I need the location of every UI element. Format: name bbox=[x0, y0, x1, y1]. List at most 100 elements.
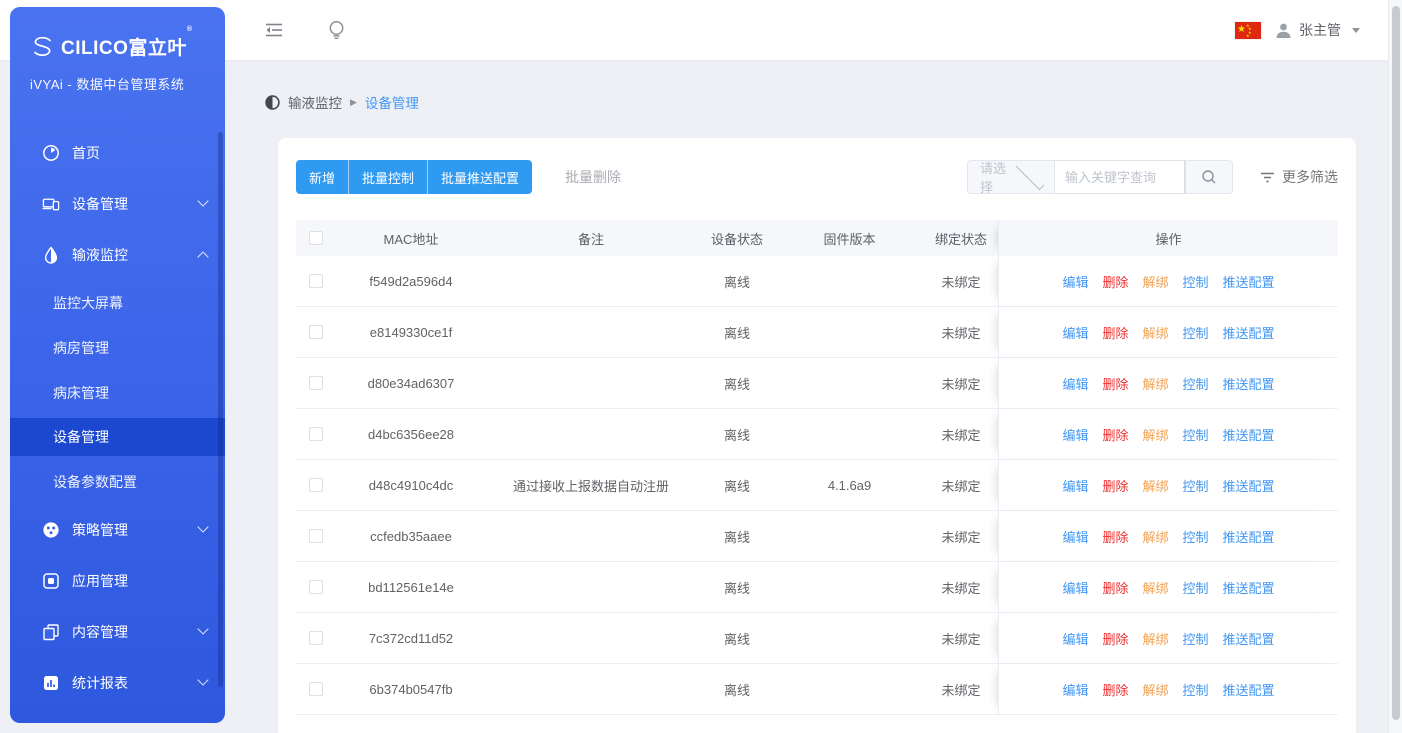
control-link[interactable]: 控制 bbox=[1183, 680, 1209, 699]
delete-link[interactable]: 删除 bbox=[1102, 527, 1128, 546]
row-checkbox[interactable] bbox=[309, 427, 323, 441]
cell-actions: 编辑 删除 解绑 控制 推送配置 bbox=[998, 256, 1338, 306]
row-checkbox[interactable] bbox=[309, 529, 323, 543]
push-config-link[interactable]: 推送配置 bbox=[1223, 629, 1275, 648]
unbind-link[interactable]: 解绑 bbox=[1142, 527, 1168, 546]
control-link[interactable]: 控制 bbox=[1183, 578, 1209, 597]
sidebar-item-app-mgmt[interactable]: 应用管理 bbox=[10, 555, 225, 606]
table-row: e8149330ce1f 离线 未绑定 编辑 删除 解绑 控制 推送配置 bbox=[296, 307, 1338, 358]
control-link[interactable]: 控制 bbox=[1183, 425, 1209, 444]
batch-delete-button[interactable]: 批量删除 bbox=[565, 167, 621, 187]
lightbulb-icon[interactable] bbox=[325, 19, 347, 41]
flag-star: ★ bbox=[1246, 34, 1250, 38]
push-config-link[interactable]: 推送配置 bbox=[1223, 425, 1275, 444]
control-link[interactable]: 控制 bbox=[1183, 272, 1209, 291]
keyword-search-input[interactable] bbox=[1055, 160, 1185, 194]
search-icon bbox=[1201, 169, 1217, 185]
edit-link[interactable]: 编辑 bbox=[1062, 425, 1088, 444]
add-button[interactable]: 新增 bbox=[296, 160, 349, 194]
more-filters-button[interactable]: 更多筛选 bbox=[1260, 167, 1338, 187]
sidebar-subitem-monitor-screen[interactable]: 监控大屏幕 bbox=[10, 280, 225, 325]
edit-link[interactable]: 编辑 bbox=[1062, 578, 1088, 597]
push-config-link[interactable]: 推送配置 bbox=[1223, 374, 1275, 393]
sidebar-item-label: 统计报表 bbox=[72, 673, 128, 693]
sidebar-subitem-device-mgmt-active[interactable]: 设备管理 bbox=[10, 418, 225, 456]
window-scrollbar[interactable] bbox=[1388, 0, 1402, 733]
cell-status: 离线 bbox=[696, 272, 778, 291]
unbind-link[interactable]: 解绑 bbox=[1142, 629, 1168, 648]
row-checkbox[interactable] bbox=[309, 682, 323, 696]
sidebar-item-report-stats[interactable]: 统计报表 bbox=[10, 657, 225, 708]
row-checkbox[interactable] bbox=[309, 580, 323, 594]
edit-link[interactable]: 编辑 bbox=[1062, 374, 1088, 393]
row-checkbox[interactable] bbox=[309, 631, 323, 645]
unbind-link[interactable]: 解绑 bbox=[1142, 578, 1168, 597]
unbind-link[interactable]: 解绑 bbox=[1142, 272, 1168, 291]
unbind-link[interactable]: 解绑 bbox=[1142, 374, 1168, 393]
delete-link[interactable]: 删除 bbox=[1102, 476, 1128, 495]
push-config-link[interactable]: 推送配置 bbox=[1223, 272, 1275, 291]
row-checkbox[interactable] bbox=[309, 478, 323, 492]
cell-status: 离线 bbox=[696, 680, 778, 699]
delete-link[interactable]: 删除 bbox=[1102, 680, 1128, 699]
col-header-firmware: 固件版本 bbox=[778, 229, 921, 248]
chevron-down-icon bbox=[197, 521, 208, 532]
unbind-link[interactable]: 解绑 bbox=[1142, 476, 1168, 495]
cell-mac: d4bc6356ee28 bbox=[336, 427, 486, 442]
sidebar-item-content-mgmt[interactable]: 内容管理 bbox=[10, 606, 225, 657]
control-link[interactable]: 控制 bbox=[1183, 629, 1209, 648]
control-link[interactable]: 控制 bbox=[1183, 527, 1209, 546]
batch-control-button[interactable]: 批量控制 bbox=[349, 160, 428, 194]
delete-link[interactable]: 删除 bbox=[1102, 578, 1128, 597]
unbind-link[interactable]: 解绑 bbox=[1142, 680, 1168, 699]
delete-link[interactable]: 删除 bbox=[1102, 629, 1128, 648]
batch-push-config-button[interactable]: 批量推送配置 bbox=[428, 160, 532, 194]
edit-link[interactable]: 编辑 bbox=[1062, 323, 1088, 342]
sidebar-subitem-bed-mgmt[interactable]: 病床管理 bbox=[10, 370, 225, 415]
push-config-link[interactable]: 推送配置 bbox=[1223, 527, 1275, 546]
cell-binding: 未绑定 bbox=[921, 476, 1001, 495]
push-config-link[interactable]: 推送配置 bbox=[1223, 323, 1275, 342]
sidebar-subitem-ward-mgmt[interactable]: 病房管理 bbox=[10, 325, 225, 370]
push-config-link[interactable]: 推送配置 bbox=[1223, 680, 1275, 699]
breadcrumb-separator-icon: ▶ bbox=[350, 97, 357, 108]
delete-link[interactable]: 删除 bbox=[1102, 374, 1128, 393]
search-button[interactable] bbox=[1185, 160, 1233, 194]
table-row: ccfedb35aaee 离线 未绑定 编辑 删除 解绑 控制 推送配置 bbox=[296, 511, 1338, 562]
filter-select[interactable]: 请选择 bbox=[967, 160, 1055, 194]
sidebar-scrollbar-thumb[interactable] bbox=[218, 132, 223, 687]
unbind-link[interactable]: 解绑 bbox=[1142, 425, 1168, 444]
delete-link[interactable]: 删除 bbox=[1102, 272, 1128, 291]
delete-link[interactable]: 删除 bbox=[1102, 425, 1128, 444]
control-link[interactable]: 控制 bbox=[1183, 323, 1209, 342]
edit-link[interactable]: 编辑 bbox=[1062, 680, 1088, 699]
col-header-status: 设备状态 bbox=[696, 229, 778, 248]
sidebar-item-home[interactable]: 首页 bbox=[10, 127, 225, 178]
user-menu[interactable]: 张主管 bbox=[1275, 20, 1360, 40]
select-all-checkbox[interactable] bbox=[309, 231, 323, 245]
row-checkbox[interactable] bbox=[309, 325, 323, 339]
devices-icon bbox=[42, 195, 60, 213]
sidebar-item-label: 首页 bbox=[72, 143, 100, 163]
china-flag-icon[interactable]: ★ ★ ★ ★ ★ bbox=[1235, 22, 1261, 39]
delete-link[interactable]: 删除 bbox=[1102, 323, 1128, 342]
control-link[interactable]: 控制 bbox=[1183, 374, 1209, 393]
breadcrumb-current[interactable]: 设备管理 bbox=[365, 92, 419, 112]
edit-link[interactable]: 编辑 bbox=[1062, 527, 1088, 546]
edit-link[interactable]: 编辑 bbox=[1062, 272, 1088, 291]
sidebar-subitem-device-param-config[interactable]: 设备参数配置 bbox=[10, 459, 225, 504]
sidebar-item-infusion-monitor[interactable]: 输液监控 bbox=[10, 229, 225, 280]
collapse-sidebar-icon[interactable] bbox=[263, 19, 285, 41]
push-config-link[interactable]: 推送配置 bbox=[1223, 578, 1275, 597]
row-checkbox[interactable] bbox=[309, 376, 323, 390]
sidebar-item-device-mgmt[interactable]: 设备管理 bbox=[10, 178, 225, 229]
edit-link[interactable]: 编辑 bbox=[1062, 629, 1088, 648]
control-link[interactable]: 控制 bbox=[1183, 476, 1209, 495]
window-scrollbar-thumb[interactable] bbox=[1392, 6, 1400, 720]
sidebar-item-strategy-mgmt[interactable]: 策略管理 bbox=[10, 504, 225, 555]
edit-link[interactable]: 编辑 bbox=[1062, 476, 1088, 495]
unbind-link[interactable]: 解绑 bbox=[1142, 323, 1168, 342]
push-config-link[interactable]: 推送配置 bbox=[1223, 476, 1275, 495]
sidebar-item-label: 输液监控 bbox=[72, 245, 128, 265]
row-checkbox[interactable] bbox=[309, 274, 323, 288]
